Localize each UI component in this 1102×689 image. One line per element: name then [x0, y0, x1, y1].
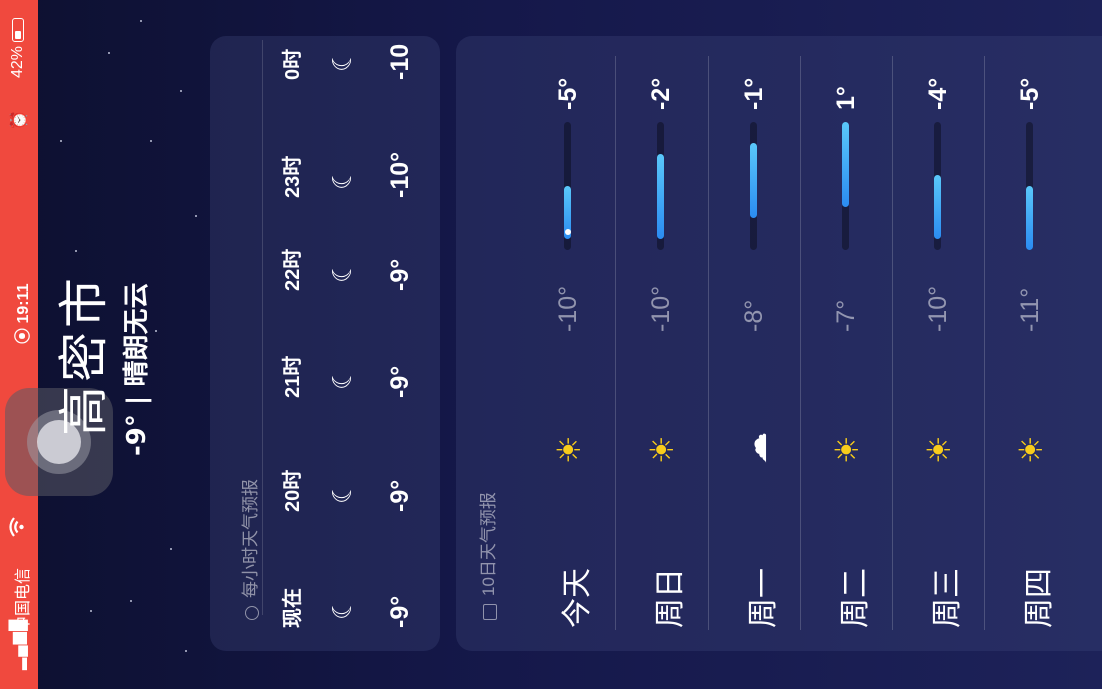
day-label: 周一	[747, 568, 780, 628]
current-temperature-dot	[564, 228, 571, 235]
sun-icon: ☀	[550, 435, 588, 464]
sun-icon: ☀	[920, 435, 958, 464]
clock-icon	[244, 606, 259, 620]
moon-stars-icon: ☾	[328, 259, 358, 283]
wifi-icon	[9, 517, 30, 537]
day-label: 今天	[561, 568, 594, 628]
hourly-temperature: -9°	[386, 258, 414, 291]
low-temperature: -8°	[740, 299, 768, 332]
cloud-icon: ☁	[736, 432, 774, 464]
status-time: ⦿ 19:11	[15, 283, 32, 345]
low-temperature: -10°	[924, 285, 952, 332]
city-name: 高密市	[55, 274, 113, 436]
low-temperature: -11°	[1016, 287, 1044, 332]
row-separator	[708, 56, 709, 630]
hourly-temperature: -9°	[386, 595, 414, 628]
carrier-name: 中国电信	[15, 567, 32, 632]
status-bar: ▂▄▆█ 中国电信 ⦿ 19:11 ⏰ 42%	[0, 0, 38, 689]
hourly-temperature: -10	[386, 43, 414, 80]
battery-percent: 42%	[9, 45, 26, 78]
lock-indicator-icon: ⦿	[15, 323, 32, 344]
moon-stars-icon: ☾	[328, 480, 358, 504]
day-label: 周日	[654, 568, 687, 628]
moon-stars-icon: ☾	[328, 166, 358, 190]
day-label: 周二	[839, 568, 872, 628]
high-temperature: 1°	[832, 86, 860, 110]
temperature-range-bar	[750, 143, 757, 218]
moon-stars-icon: ☾	[328, 366, 358, 390]
low-temperature: -10°	[554, 285, 582, 332]
moon-stars-icon: ☾	[328, 48, 358, 72]
hourly-time-label: 0时	[282, 48, 304, 80]
current-summary: -9° | 晴朗无云	[122, 282, 152, 456]
temperature-range-bar	[934, 175, 941, 240]
temperature-range-bar	[842, 122, 849, 208]
high-temperature: -2°	[647, 77, 675, 110]
low-temperature: -10°	[647, 285, 675, 332]
temperature-range-bar	[657, 154, 664, 240]
battery-icon	[11, 17, 24, 42]
row-separator	[984, 56, 985, 630]
hourly-temperature: -9°	[386, 365, 414, 398]
hourly-temperature: -9°	[386, 479, 414, 512]
moon-stars-icon: ☾	[328, 596, 358, 620]
hourly-forecast-header: 每小时天气预报	[236, 479, 261, 620]
hourly-temperature: -10°	[386, 151, 414, 198]
temperature-range-bar	[1026, 186, 1033, 250]
sun-icon: ☀	[828, 435, 866, 464]
hourly-time-label: 23时	[282, 155, 304, 198]
hourly-time-label: 21时	[282, 355, 304, 398]
battery-indicator: 42%	[9, 17, 27, 78]
daily-forecast-header: 10日天气预报	[474, 492, 499, 620]
daily-forecast-panel[interactable]	[456, 36, 1102, 651]
low-temperature: -7°	[832, 299, 860, 332]
hourly-time-label: 20时	[282, 469, 304, 512]
alarm-icon: ⏰	[11, 110, 28, 130]
row-separator	[892, 56, 893, 630]
sun-icon: ☀	[1012, 435, 1050, 464]
day-label: 周四	[1023, 568, 1056, 628]
row-separator	[615, 56, 616, 630]
high-temperature: -4°	[924, 77, 952, 110]
calendar-icon	[482, 604, 497, 620]
day-label: 周三	[931, 568, 964, 628]
sun-icon: ☀	[643, 435, 681, 464]
row-separator	[800, 56, 801, 630]
high-temperature: -5°	[554, 77, 582, 110]
high-temperature: -1°	[740, 77, 768, 110]
hourly-divider	[262, 40, 263, 615]
hourly-time-label: 22时	[282, 248, 304, 291]
hourly-time-label: 现在	[282, 588, 304, 628]
high-temperature: -5°	[1016, 77, 1044, 110]
